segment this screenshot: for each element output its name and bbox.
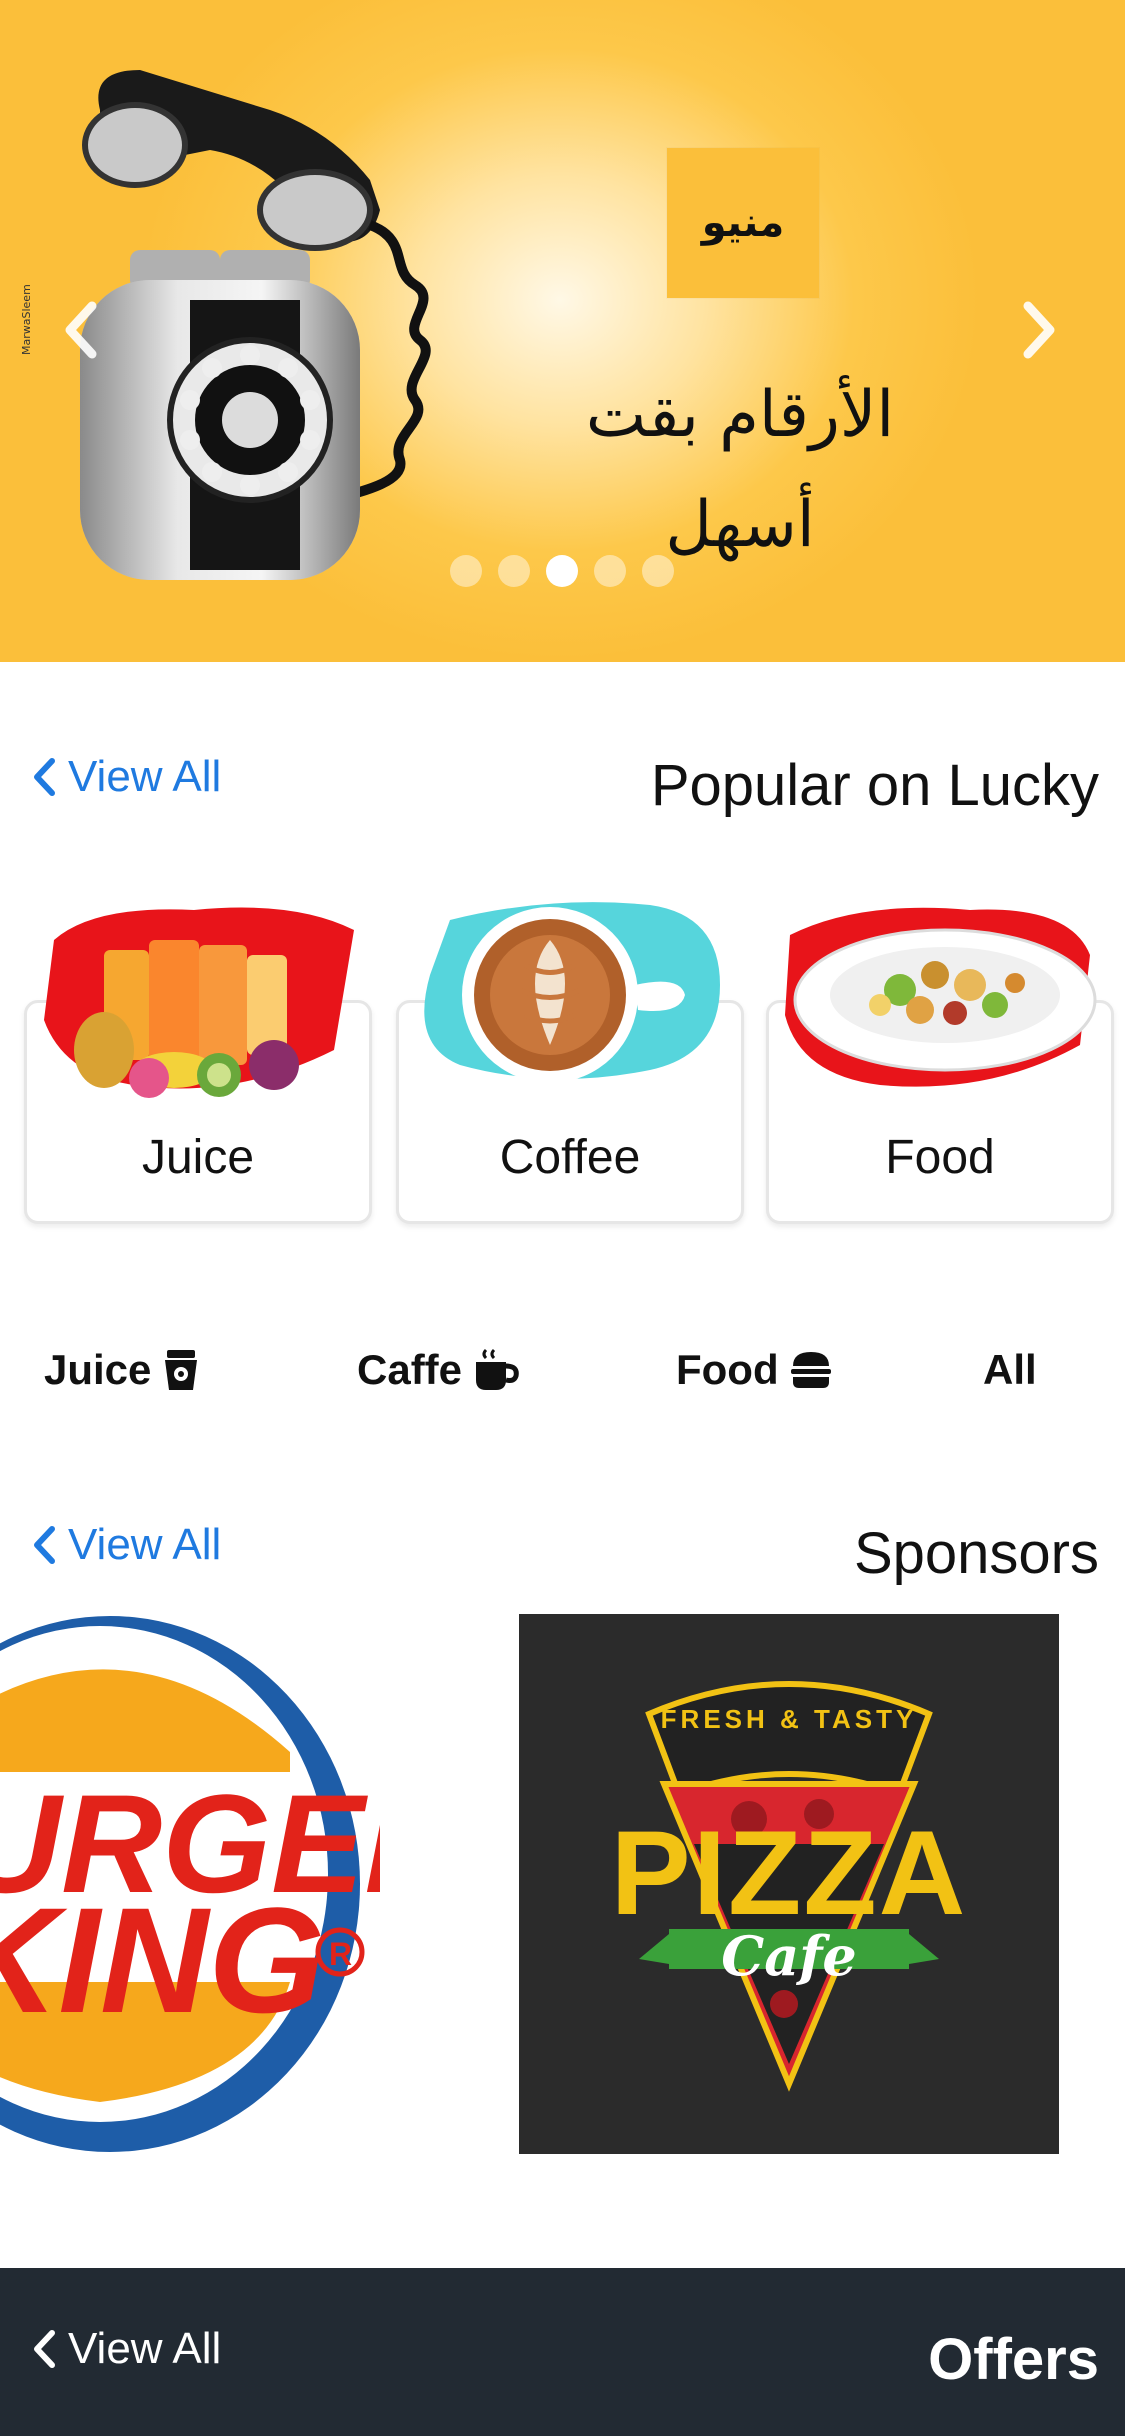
sponsors-view-all-link[interactable]: View All: [30, 1520, 221, 1570]
carousel-prev-button[interactable]: [50, 290, 110, 370]
category-label: Caffe: [357, 1346, 463, 1393]
chevron-left-icon: [34, 758, 55, 796]
category-juice[interactable]: Juice: [44, 1346, 201, 1394]
offers-view-all-link[interactable]: View All: [30, 2324, 221, 2374]
menu-badge: منيو: [667, 148, 819, 298]
sponsors-section-title: Sponsors: [853, 1521, 1099, 1586]
burger-logo-line2: KING: [0, 1876, 325, 2044]
view-all-label: View All: [68, 2324, 222, 2373]
chevron-left-icon: [34, 1526, 55, 1564]
card-label: Coffee: [499, 1131, 641, 1184]
category-label: Juice: [44, 1346, 152, 1393]
chevron-left-icon: [65, 301, 97, 359]
carousel-dot[interactable]: [594, 555, 626, 587]
telephone-illustration: [80, 70, 431, 580]
offers-bar: View All Offers: [0, 2268, 1125, 2436]
offers-section-title: Offers: [928, 2327, 1099, 2392]
food-image: [785, 907, 1097, 1087]
category-caffe[interactable]: Caffe: [357, 1346, 520, 1394]
hero-headline-line1: الأرقام بقت: [585, 378, 895, 452]
pizza-logo-sub-text: Cafe: [721, 1924, 857, 1988]
category-all[interactable]: All: [983, 1346, 1037, 1394]
burger-icon: [790, 1352, 831, 1388]
view-all-label: View All: [68, 1520, 222, 1569]
popular-section-title: Popular on Lucky: [650, 753, 1099, 818]
card-label: Food: [885, 1131, 995, 1184]
carousel-dot[interactable]: [450, 555, 482, 587]
juice-icon: [165, 1350, 198, 1390]
burger-king-logo[interactable]: URGER KING R: [0, 1612, 380, 2157]
pizza-cafe-logo[interactable]: FRESH & TASTY PIZZA Cafe: [519, 1614, 1059, 2154]
category-label: All: [983, 1346, 1037, 1393]
category-label: Food: [676, 1346, 779, 1393]
coffee-image: [424, 902, 720, 1083]
image-credit: MarwaSleem: [20, 284, 33, 355]
hero-headline: الأرقام بقت أسهل: [560, 360, 920, 580]
carousel-next-button[interactable]: [1010, 290, 1070, 370]
carousel-dot[interactable]: [642, 555, 674, 587]
carousel-dots: [450, 555, 674, 587]
carousel-dot-active[interactable]: [546, 555, 578, 587]
juice-image: [44, 907, 354, 1098]
view-all-label: View All: [68, 752, 222, 801]
carousel-dot[interactable]: [498, 555, 530, 587]
chevron-left-icon: [34, 2330, 55, 2368]
pizza-logo-top-text: FRESH & TASTY: [660, 1704, 918, 1734]
hero-banner[interactable]: MarwaSleem منيو الأرقام بقت أسهل: [0, 0, 1125, 662]
category-food[interactable]: Food: [676, 1346, 833, 1394]
svg-text:R: R: [329, 1936, 352, 1972]
coffee-icon: [476, 1348, 519, 1390]
card-label: Juice: [141, 1131, 255, 1184]
popular-view-all-link[interactable]: View All: [30, 752, 221, 802]
pizza-logo-main-text: PIZZA: [610, 1806, 968, 1940]
chevron-right-icon: [1023, 301, 1055, 359]
